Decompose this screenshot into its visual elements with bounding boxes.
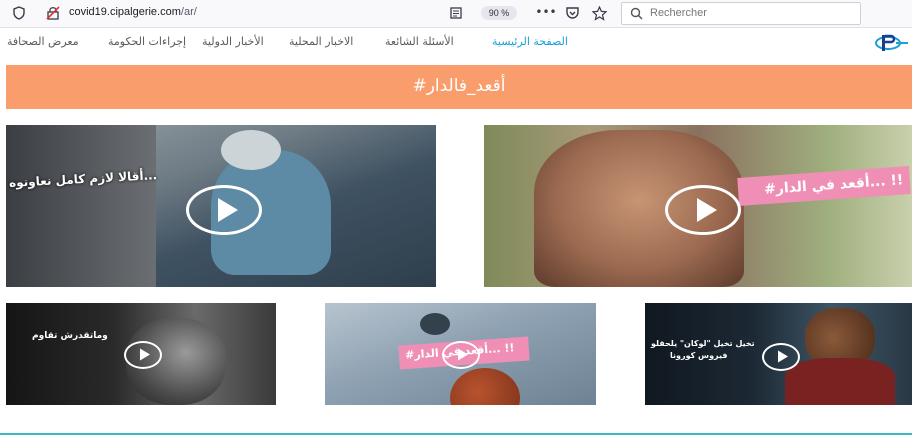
- play-icon: [218, 198, 238, 222]
- play-icon: [140, 348, 150, 361]
- video-card-basketball[interactable]: #أقعد في الدار... !!: [325, 303, 596, 405]
- video-background: [6, 125, 156, 287]
- hashtag-banner: #أقعد_فالدار: [6, 65, 912, 109]
- site-logo[interactable]: [874, 33, 908, 53]
- nav-item-government-measures[interactable]: إجراءات الحكومة: [108, 35, 186, 48]
- browser-toolbar: covid19.cipalgerie.com/ar/ 90 % ••• Rech…: [0, 0, 912, 28]
- nav-item-international-news[interactable]: الأخبار الدولية: [202, 35, 264, 48]
- url-host: covid19.cipalgerie.com: [69, 6, 181, 18]
- shield-icon[interactable]: [10, 4, 28, 22]
- play-icon: [778, 350, 788, 363]
- star-icon[interactable]: [590, 4, 608, 22]
- nav-item-home[interactable]: الصفحة الرئيسية: [492, 35, 568, 48]
- nav-item-press-gallery[interactable]: معرض الصحافة: [7, 35, 79, 48]
- site-nav: معرض الصحافة إجراءات الحكومة الأخبار الد…: [0, 28, 912, 62]
- pocket-icon[interactable]: [563, 4, 581, 22]
- nurse-cap: [221, 130, 281, 170]
- nav-item-local-news[interactable]: الاخبار المحلية: [289, 35, 353, 48]
- video-card-child[interactable]: تخيل تخيل "لوكان" يلحقلو فيروس كورونا: [645, 303, 912, 405]
- search-icon: [628, 5, 644, 21]
- play-button[interactable]: [124, 341, 162, 369]
- reader-icon[interactable]: [447, 4, 465, 22]
- play-button[interactable]: [442, 341, 480, 369]
- basketball: [450, 368, 520, 405]
- banner-title: #أقعد_فالدار: [412, 76, 506, 96]
- search-placeholder: Rechercher: [650, 7, 707, 19]
- more-icon[interactable]: •••: [535, 3, 556, 21]
- play-icon: [458, 348, 468, 361]
- url-bar[interactable]: covid19.cipalgerie.com/ar/: [69, 6, 197, 18]
- video-card-nurse[interactable]: أقالا لازم كامل نعاونوه...: [6, 125, 436, 287]
- connection-icon[interactable]: [44, 4, 62, 22]
- child-body: [785, 358, 895, 405]
- play-button[interactable]: [762, 343, 800, 371]
- play-button[interactable]: [186, 185, 262, 235]
- play-button[interactable]: [665, 185, 741, 235]
- search-input[interactable]: Rechercher: [621, 2, 861, 25]
- footer-divider: [0, 433, 912, 435]
- video-card-elder[interactable]: #أقعد في الدار... !!: [484, 125, 912, 287]
- video-caption: وماتقدرش تقاوم: [32, 331, 108, 341]
- video-card-woman[interactable]: وماتقدرش تقاوم: [6, 303, 276, 405]
- video-caption-line2: فيروس كورونا: [670, 351, 728, 360]
- url-path: /ar/: [180, 6, 197, 18]
- watch: [420, 313, 450, 335]
- zoom-level[interactable]: 90 %: [481, 6, 517, 20]
- nav-item-faq[interactable]: الأسئلة الشائعة: [385, 35, 454, 48]
- video-caption-line1: تخيل تخيل "لوكان" يلحقلو: [651, 339, 755, 348]
- play-icon: [697, 198, 717, 222]
